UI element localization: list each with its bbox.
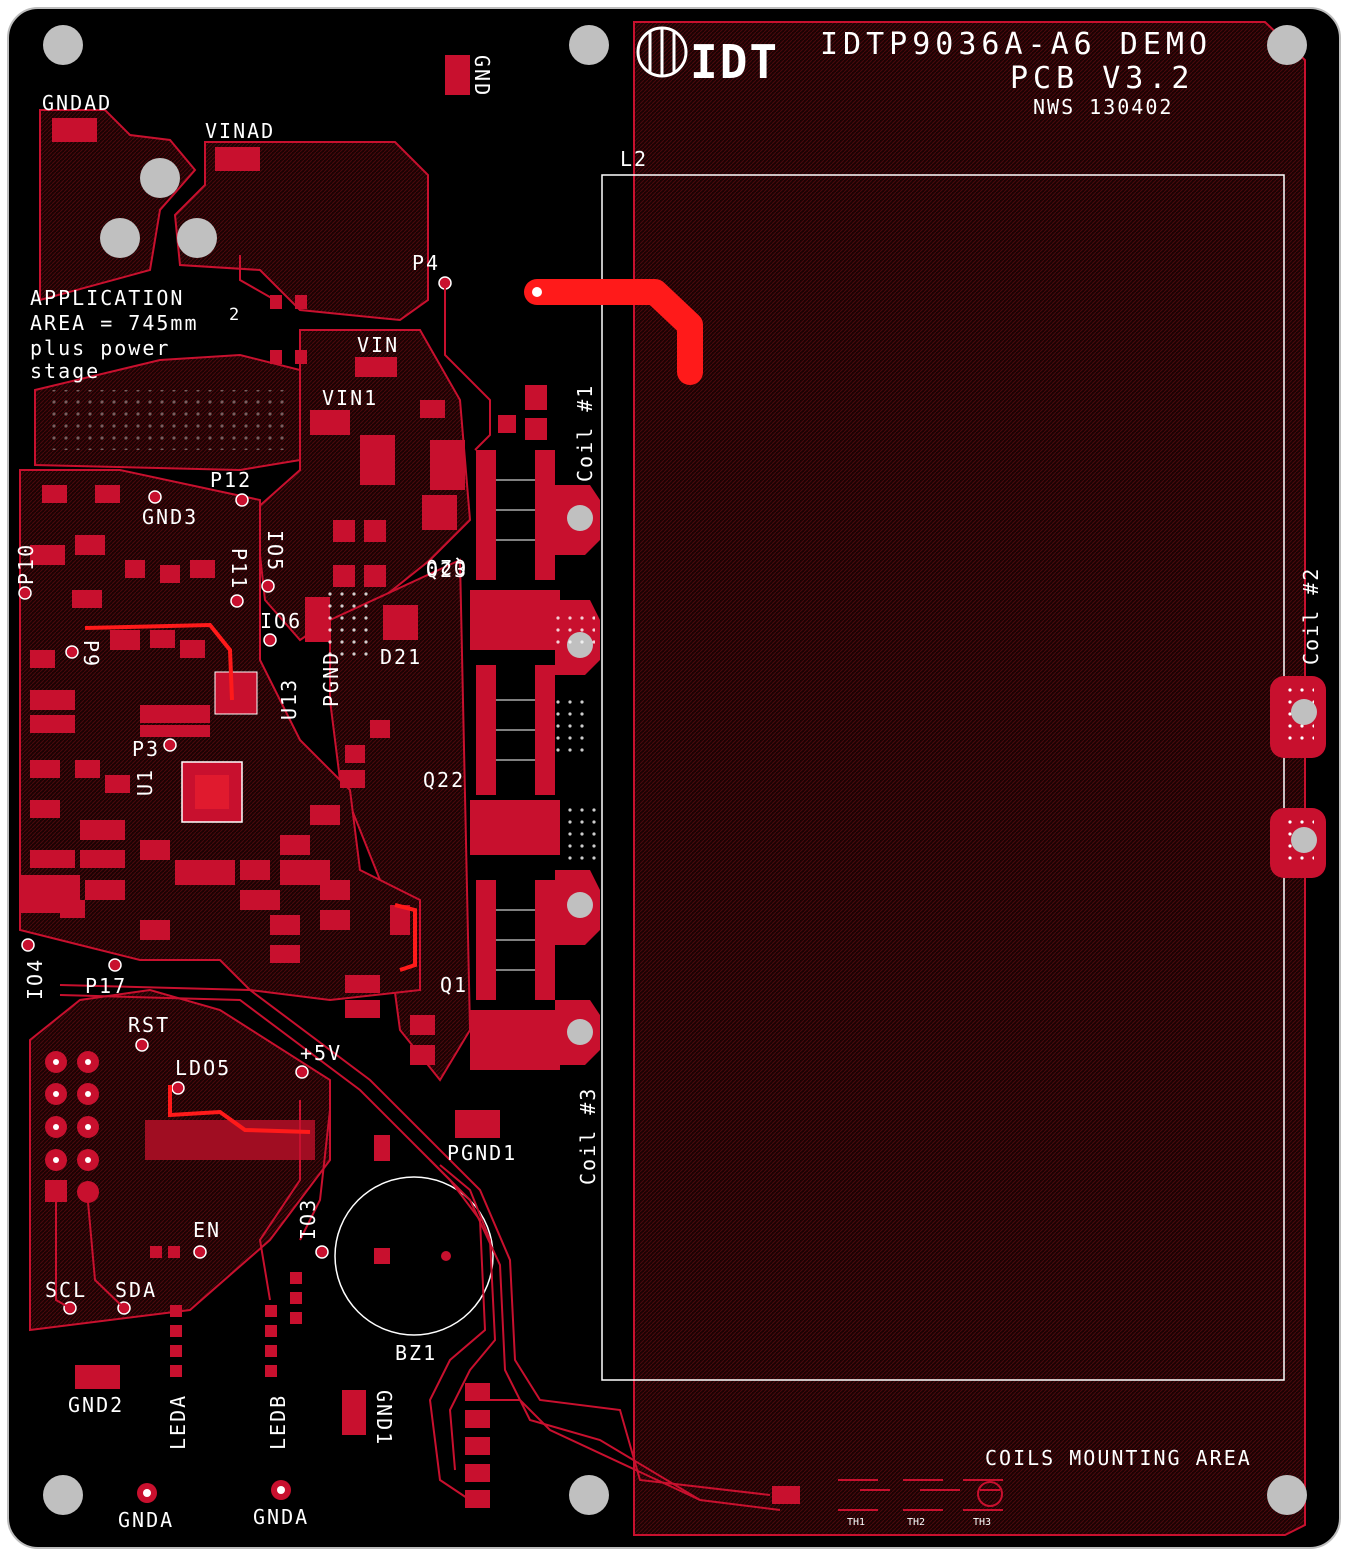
pcb-board: IDT IDTP9036A-A6 DEMO PCB V3.2 NWS 13040… — [7, 7, 1341, 1549]
label-coil1: Coil #1 — [573, 384, 597, 482]
label-vinad: VINAD — [205, 119, 275, 143]
label-rst: RST — [128, 1013, 170, 1037]
label-d21: D21 — [380, 645, 422, 669]
label-app-area-sup: 2 — [229, 305, 241, 325]
label-sda: SDA — [115, 1278, 157, 1302]
svg-text:IDT: IDT — [690, 35, 779, 89]
label-coil3: Coil #3 — [576, 1087, 600, 1185]
label-q22: Q22 — [423, 768, 465, 792]
label-p12: P12 — [210, 468, 252, 492]
label-app-area-4: stage — [30, 359, 100, 383]
label-leda: LEDA — [166, 1394, 190, 1450]
label-en: EN — [193, 1218, 221, 1242]
label-pgnd: PGND — [319, 651, 343, 707]
label-io5: IO5 — [263, 530, 287, 572]
label-app-area-3: plus power — [30, 336, 170, 360]
label-io3: IO3 — [296, 1198, 320, 1240]
label-app-area-2: AREA = 745mm — [30, 311, 199, 335]
label-io6: IO6 — [260, 609, 302, 633]
label-vin1: VIN1 — [322, 386, 378, 410]
label-bz1: BZ1 — [395, 1341, 437, 1365]
label-app-area-1: APPLICATION — [30, 286, 184, 310]
label-gnda-left: GNDA — [118, 1508, 174, 1532]
label-l2: L2 — [620, 147, 648, 171]
label-p9: P9 — [79, 640, 103, 668]
label-gnd-top: GND — [470, 55, 494, 97]
label-p17: P17 — [85, 974, 127, 998]
label-ldo5: LDO5 — [175, 1056, 231, 1080]
label-u1: U1 — [133, 768, 157, 796]
label-p4: P4 — [412, 251, 440, 275]
label-p11: P11 — [227, 548, 251, 590]
label-coil2: Coil #2 — [1299, 567, 1323, 665]
title-line2: PCB V3.2 — [1010, 61, 1195, 96]
label-th2: TH2 — [907, 1517, 925, 1528]
title-line1: IDTP9036A-A6 DEMO — [820, 27, 1212, 62]
title-line3: NWS 130402 — [1033, 95, 1173, 119]
label-gnda-right: GNDA — [253, 1505, 309, 1529]
label-ledb: LEDB — [266, 1394, 290, 1450]
label-gnd2: GND2 — [68, 1393, 124, 1417]
label-gnd3: GND3 — [142, 505, 198, 529]
label-scl: SCL — [45, 1278, 87, 1302]
label-p3: P3 — [132, 737, 160, 761]
label-p10: P10 — [14, 543, 38, 585]
u13-chip — [214, 671, 258, 715]
label-th1: TH1 — [847, 1517, 865, 1528]
label-pgnd1: PGND1 — [447, 1141, 517, 1165]
coil-mounting-pour — [633, 21, 1306, 1536]
label-u13: U13 — [277, 678, 301, 720]
label-coils-area: COILS MOUNTING AREA — [985, 1446, 1252, 1470]
label-th3: TH3 — [973, 1517, 991, 1528]
label-plus5v: +5V — [300, 1041, 342, 1065]
label-vin: VIN — [357, 333, 399, 357]
label-gnd1: GND1 — [372, 1390, 396, 1446]
label-io4: IO4 — [23, 958, 47, 1000]
label-q23: Q23 — [426, 558, 468, 582]
label-q1: Q1 — [440, 973, 468, 997]
label-gndad: GNDAD — [42, 91, 112, 115]
